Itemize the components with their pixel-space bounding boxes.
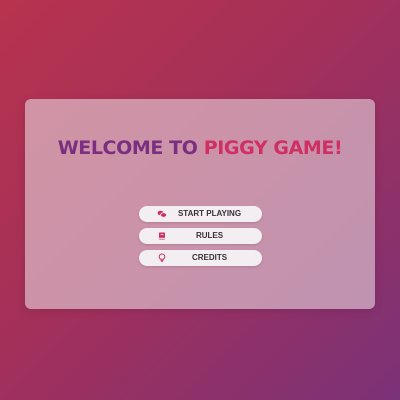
rules-button[interactable]: RULES — [139, 228, 262, 244]
credits-label: CREDITS — [191, 253, 228, 262]
start-playing-label: START PLAYING — [177, 209, 242, 218]
welcome-panel: WELCOME TO PIGGY GAME! START PLAYING RUL… — [25, 99, 375, 309]
rules-label: RULES — [195, 231, 224, 240]
start-playing-button[interactable]: START PLAYING — [139, 206, 262, 222]
title-welcome-text: WELCOME TO — [57, 137, 198, 159]
main-menu: START PLAYING RULES CREDITS — [139, 206, 262, 272]
game-title: WELCOME TO PIGGY GAME! — [25, 137, 375, 159]
credits-button[interactable]: CREDITS — [139, 250, 262, 266]
title-game-name: PIGGY GAME! — [203, 137, 343, 159]
